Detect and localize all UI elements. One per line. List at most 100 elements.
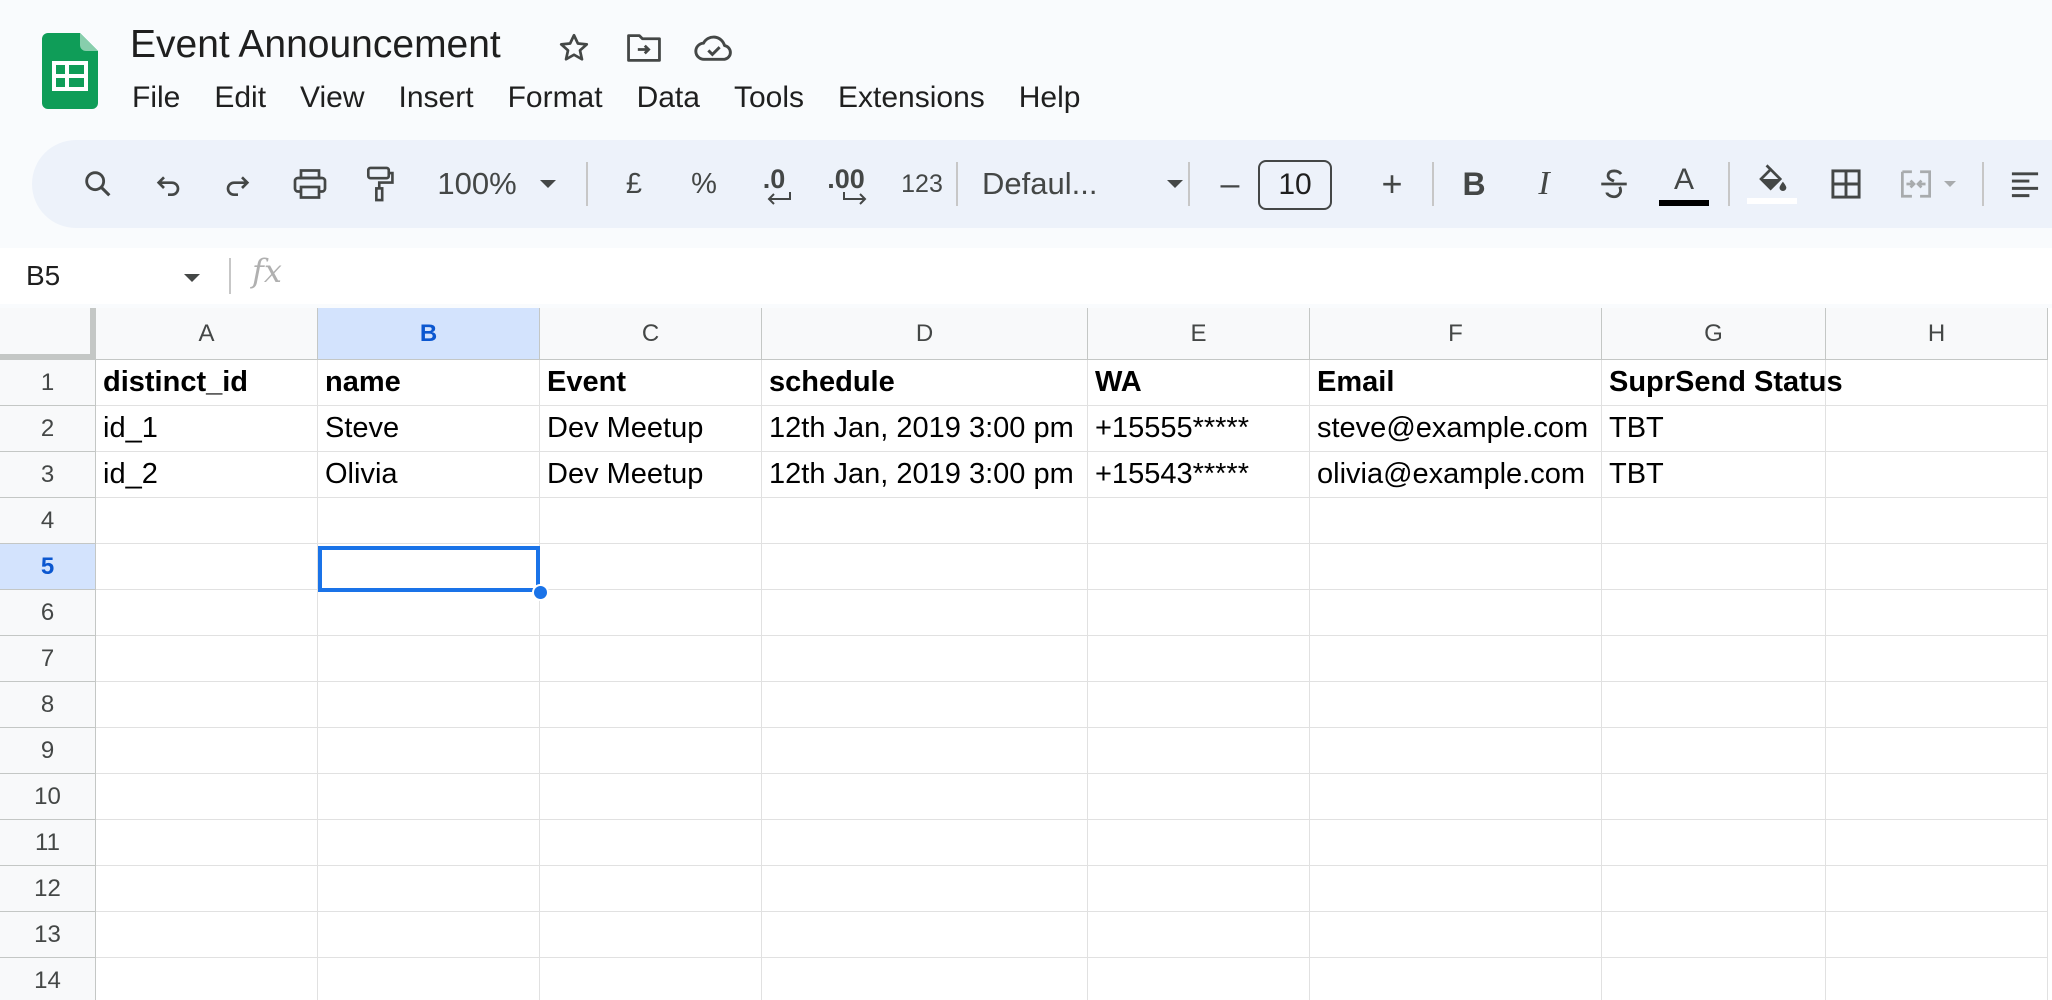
cell-d5[interactable] bbox=[762, 544, 1088, 590]
menu-insert[interactable]: Insert bbox=[382, 78, 491, 118]
column-header-f[interactable]: F bbox=[1310, 308, 1602, 360]
cell-a11[interactable] bbox=[96, 820, 318, 866]
increase-decimal-button[interactable]: .00 bbox=[816, 140, 876, 228]
cell-g4[interactable] bbox=[1602, 498, 1826, 544]
cell-g9[interactable] bbox=[1602, 728, 1826, 774]
cell-d8[interactable] bbox=[762, 682, 1088, 728]
cell-c14[interactable] bbox=[540, 958, 762, 1000]
row-header-8[interactable]: 8 bbox=[0, 682, 96, 728]
redo-icon[interactable] bbox=[212, 140, 264, 228]
cell-a12[interactable] bbox=[96, 866, 318, 912]
borders-icon[interactable] bbox=[1818, 140, 1874, 228]
cell-a2[interactable]: id_1 bbox=[96, 406, 318, 452]
cell-g6[interactable] bbox=[1602, 590, 1826, 636]
column-header-g[interactable]: G bbox=[1602, 308, 1826, 360]
column-header-h[interactable]: H bbox=[1826, 308, 2048, 360]
cell-f10[interactable] bbox=[1310, 774, 1602, 820]
row-header-12[interactable]: 12 bbox=[0, 866, 96, 912]
cell-h14[interactable] bbox=[1826, 958, 2048, 1000]
selected-cell-outline[interactable] bbox=[318, 546, 540, 592]
chevron-down-icon[interactable] bbox=[182, 272, 202, 284]
cell-f11[interactable] bbox=[1310, 820, 1602, 866]
cell-a13[interactable] bbox=[96, 912, 318, 958]
star-icon[interactable] bbox=[550, 28, 598, 68]
cell-b6[interactable] bbox=[318, 590, 540, 636]
cell-h10[interactable] bbox=[1826, 774, 2048, 820]
more-formats-button[interactable]: 123 bbox=[886, 140, 958, 228]
move-to-folder-icon[interactable] bbox=[620, 28, 668, 68]
menu-format[interactable]: Format bbox=[491, 78, 620, 118]
cell-a10[interactable] bbox=[96, 774, 318, 820]
row-header-13[interactable]: 13 bbox=[0, 912, 96, 958]
cell-f9[interactable] bbox=[1310, 728, 1602, 774]
cell-g5[interactable] bbox=[1602, 544, 1826, 590]
column-header-e[interactable]: E bbox=[1088, 308, 1310, 360]
menu-view[interactable]: View bbox=[283, 78, 381, 118]
format-currency-button[interactable]: £ bbox=[606, 140, 662, 228]
increase-font-size-button[interactable]: + bbox=[1366, 140, 1418, 228]
cell-g12[interactable] bbox=[1602, 866, 1826, 912]
name-box[interactable]: B5 bbox=[26, 248, 60, 304]
cell-b12[interactable] bbox=[318, 866, 540, 912]
cell-e12[interactable] bbox=[1088, 866, 1310, 912]
cell-c12[interactable] bbox=[540, 866, 762, 912]
menu-file[interactable]: File bbox=[115, 78, 197, 118]
search-menus-icon[interactable] bbox=[70, 140, 126, 228]
cell-d1[interactable]: schedule bbox=[762, 360, 1088, 406]
strikethrough-icon[interactable] bbox=[1586, 140, 1642, 228]
cell-g3[interactable]: TBT bbox=[1602, 452, 1826, 498]
cell-h12[interactable] bbox=[1826, 866, 2048, 912]
cell-e6[interactable] bbox=[1088, 590, 1310, 636]
sheets-logo-icon[interactable] bbox=[42, 33, 98, 109]
cell-h8[interactable] bbox=[1826, 682, 2048, 728]
column-header-b[interactable]: B bbox=[318, 308, 540, 360]
row-header-14[interactable]: 14 bbox=[0, 958, 96, 1000]
cell-a8[interactable] bbox=[96, 682, 318, 728]
cell-d14[interactable] bbox=[762, 958, 1088, 1000]
cell-d7[interactable] bbox=[762, 636, 1088, 682]
cell-h9[interactable] bbox=[1826, 728, 2048, 774]
menu-extensions[interactable]: Extensions bbox=[821, 78, 1002, 118]
column-header-c[interactable]: C bbox=[540, 308, 762, 360]
text-color-button[interactable]: A bbox=[1654, 140, 1714, 228]
document-title[interactable]: Event Announcement bbox=[130, 20, 501, 70]
cell-e5[interactable] bbox=[1088, 544, 1310, 590]
cell-f4[interactable] bbox=[1310, 498, 1602, 544]
cell-h13[interactable] bbox=[1826, 912, 2048, 958]
column-header-d[interactable]: D bbox=[762, 308, 1088, 360]
cell-c9[interactable] bbox=[540, 728, 762, 774]
cell-d12[interactable] bbox=[762, 866, 1088, 912]
cell-f2[interactable]: steve@example.com bbox=[1310, 406, 1602, 452]
cell-g10[interactable] bbox=[1602, 774, 1826, 820]
row-header-9[interactable]: 9 bbox=[0, 728, 96, 774]
row-header-5[interactable]: 5 bbox=[0, 544, 96, 590]
select-all-corner[interactable] bbox=[0, 308, 96, 360]
cell-g1[interactable]: SuprSend Status bbox=[1602, 360, 1843, 406]
cell-c7[interactable] bbox=[540, 636, 762, 682]
row-header-11[interactable]: 11 bbox=[0, 820, 96, 866]
cell-b10[interactable] bbox=[318, 774, 540, 820]
cell-g8[interactable] bbox=[1602, 682, 1826, 728]
cell-a14[interactable] bbox=[96, 958, 318, 1000]
cell-c1[interactable]: Event bbox=[540, 360, 762, 406]
cell-f5[interactable] bbox=[1310, 544, 1602, 590]
cell-d2[interactable]: 12th Jan, 2019 3:00 pm bbox=[762, 406, 1088, 452]
cell-a1[interactable]: distinct_id bbox=[96, 360, 318, 406]
cell-f1[interactable]: Email bbox=[1310, 360, 1602, 406]
format-percent-button[interactable]: % bbox=[676, 140, 732, 228]
cell-h2[interactable] bbox=[1826, 406, 2048, 452]
cell-h5[interactable] bbox=[1826, 544, 2048, 590]
cell-a3[interactable]: id_2 bbox=[96, 452, 318, 498]
cell-b14[interactable] bbox=[318, 958, 540, 1000]
cell-c5[interactable] bbox=[540, 544, 762, 590]
cell-e7[interactable] bbox=[1088, 636, 1310, 682]
row-header-1[interactable]: 1 bbox=[0, 360, 96, 406]
cell-h3[interactable] bbox=[1826, 452, 2048, 498]
cell-f8[interactable] bbox=[1310, 682, 1602, 728]
row-header-3[interactable]: 3 bbox=[0, 452, 96, 498]
cell-b11[interactable] bbox=[318, 820, 540, 866]
row-header-10[interactable]: 10 bbox=[0, 774, 96, 820]
decrease-decimal-button[interactable]: .0 bbox=[746, 140, 802, 228]
cell-h1[interactable] bbox=[1826, 360, 2048, 406]
cell-e2[interactable]: +15555***** bbox=[1088, 406, 1310, 452]
